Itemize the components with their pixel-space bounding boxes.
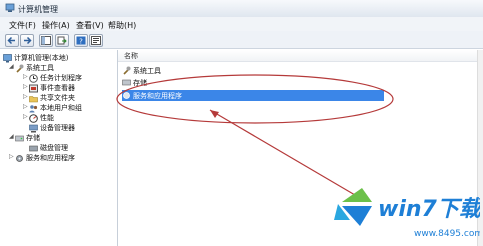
highlight-ellipse (116, 74, 394, 124)
watermark-logo: win7下载吧 www.8495.com (330, 180, 483, 242)
annotation-arrow-head (210, 110, 219, 118)
brand-text: win7下载吧 (378, 197, 480, 222)
brand-url: www.8495.com (414, 229, 480, 239)
win7-logo-icon: win7下载吧 www.8495.com (334, 188, 483, 239)
